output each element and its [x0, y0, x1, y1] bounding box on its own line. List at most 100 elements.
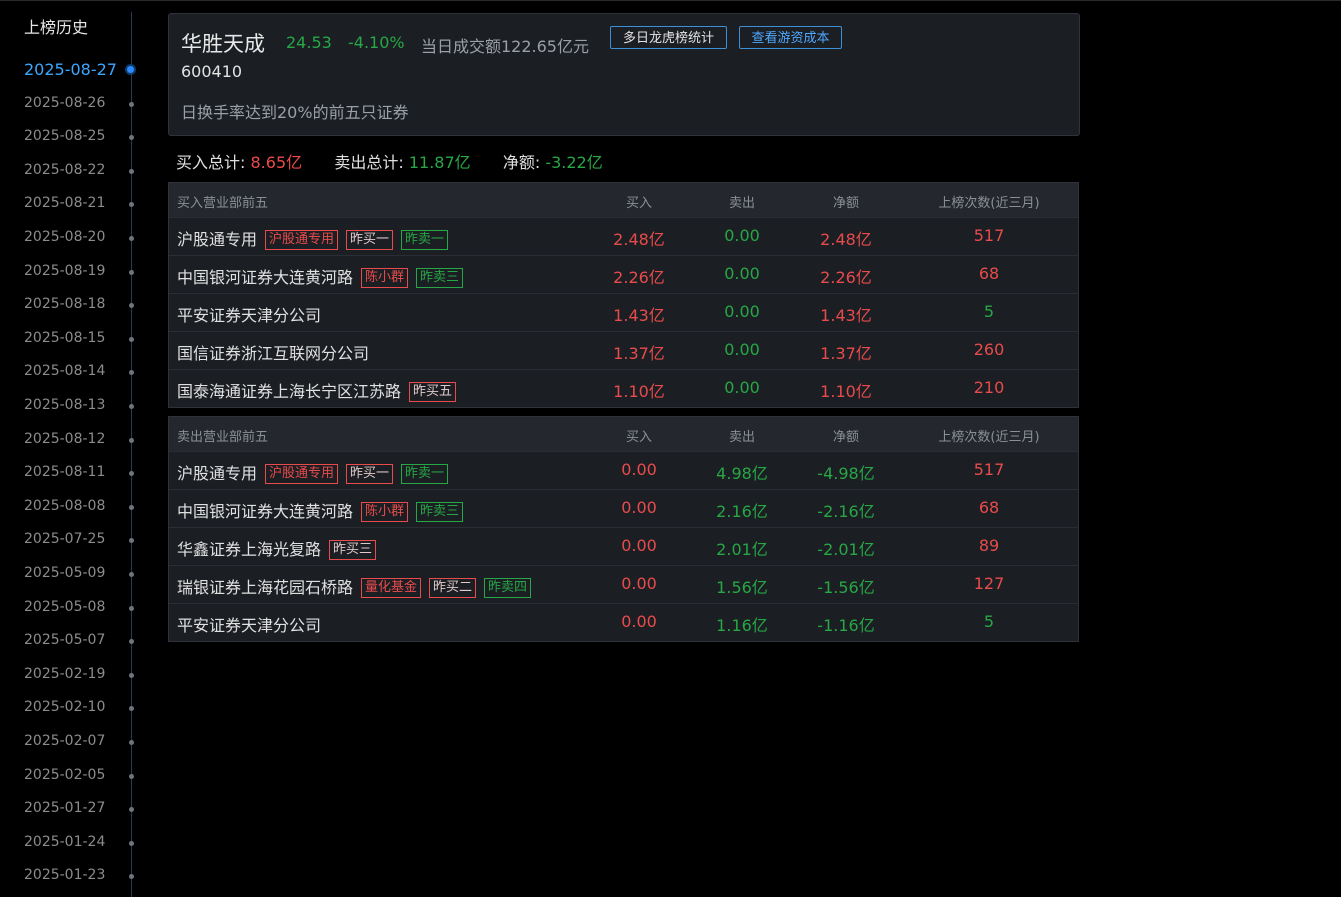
table-row[interactable]: 国信证券浙江互联网分公司 1.37亿 0.00 1.37亿 260 — [169, 331, 1078, 369]
stock-name: 华胜天成 — [181, 32, 265, 56]
timeline-dot-icon — [129, 101, 134, 107]
listing-count: 210 — [973, 378, 1005, 397]
history-sidebar: 上榜历史 2025-08-27 2025-08-26 2025-08-25 2025-… — [0, 0, 140, 897]
broker-name-cell: 沪股通专用 沪股通专用 昨买一 昨卖一 — [177, 460, 449, 484]
date-item[interactable]: 2025-08-22 — [0, 156, 140, 186]
table-row[interactable]: 中国银河证券大连黄河路 陈小群 昨卖三 2.26亿 0.00 2.26亿 68 — [169, 255, 1078, 293]
date-item[interactable]: 2025-02-10 — [0, 693, 140, 723]
timeline-dot-icon — [129, 572, 134, 577]
net-amount: -4.98亿 — [817, 464, 875, 483]
broker-tag: 沪股通专用 — [265, 230, 339, 250]
sell-amount: 0.00 — [724, 378, 760, 397]
broker-name[interactable]: 沪股通专用 — [177, 230, 257, 249]
date-item[interactable]: 2025-02-19 — [0, 660, 140, 690]
broker-tag: 量化基金 — [361, 578, 422, 598]
top-divider — [0, 0, 1341, 1]
net-amount: 2.26亿 — [820, 268, 872, 287]
date-item[interactable]: 2025-02-05 — [0, 761, 140, 791]
stock-info-card: 华胜天成 24.53 -4.10% 当日成交额122.65亿元 多日龙虎榜统计 … — [168, 13, 1080, 136]
table-row[interactable]: 平安证券天津分公司 0.00 1.16亿 -1.16亿 5 — [169, 603, 1078, 641]
sell-amount: 1.16亿 — [716, 616, 768, 635]
broker-name[interactable]: 国泰海通证券上海长宁区江苏路 — [177, 382, 401, 401]
date-item[interactable]: 2025-08-18 — [0, 290, 140, 320]
date-item[interactable]: 2025-08-14 — [0, 357, 140, 387]
listing-count: 517 — [973, 460, 1005, 479]
price-change-pct: -4.10% — [348, 33, 405, 52]
broker-name[interactable]: 平安证券天津分公司 — [177, 306, 321, 325]
date-label: 2025-02-05 — [24, 766, 106, 783]
broker-name[interactable]: 平安证券天津分公司 — [177, 616, 321, 635]
broker-name[interactable]: 华鑫证券上海光复路 — [177, 540, 321, 559]
timeline-dot-icon — [129, 504, 134, 510]
table-row[interactable]: 平安证券天津分公司 1.43亿 0.00 1.43亿 5 — [169, 293, 1078, 331]
broker-tag: 昨卖四 — [484, 578, 532, 598]
stock-code: 600410 — [181, 62, 243, 81]
broker-name[interactable]: 瑞银证券上海花园石桥路 — [177, 578, 353, 597]
col-header-buy: 买入 — [625, 196, 652, 211]
date-item[interactable]: 2025-07-25 — [0, 525, 140, 555]
table-row[interactable]: 华鑫证券上海光复路 昨买三 0.00 2.01亿 -2.01亿 89 — [169, 527, 1078, 565]
timeline-dot-icon — [129, 740, 134, 745]
date-item[interactable]: 2025-08-11 — [0, 458, 140, 488]
timeline-dot-icon — [129, 168, 134, 174]
sell-total-label: 卖出总计: — [334, 153, 404, 172]
date-item[interactable]: 2025-08-21 — [0, 189, 140, 219]
table-row[interactable]: 沪股通专用 沪股通专用 昨买一 昨卖一 2.48亿 0.00 2.48亿 517 — [169, 217, 1078, 255]
date-item[interactable]: 2025-08-27 — [0, 55, 140, 85]
timeline-dot-icon — [129, 471, 134, 477]
date-item[interactable]: 2025-08-08 — [0, 492, 140, 522]
date-item[interactable]: 2025-01-23 — [0, 861, 140, 891]
table-row[interactable]: 瑞银证券上海花园石桥路 量化基金 昨买二 昨卖四 0.00 1.56亿 -1.56亿 127 — [169, 565, 1078, 603]
date-item[interactable]: 2025-02-07 — [0, 727, 140, 757]
date-item[interactable]: 2025-05-07 — [0, 626, 140, 656]
date-label: 2025-05-08 — [24, 598, 106, 615]
date-item[interactable]: 2025-08-13 — [0, 391, 140, 421]
date-item[interactable]: 2025-08-26 — [0, 89, 140, 119]
broker-name-cell: 国信证券浙江互联网分公司 — [177, 340, 369, 364]
date-item[interactable]: 2025-08-20 — [0, 223, 140, 253]
date-item[interactable]: 2025-08-25 — [0, 122, 140, 152]
sell-amount: 2.16亿 — [716, 502, 768, 521]
date-item[interactable]: 2025-01-24 — [0, 828, 140, 858]
date-item[interactable]: 2025-05-09 — [0, 559, 140, 589]
table-row[interactable]: 中国银河证券大连黄河路 陈小群 昨卖三 0.00 2.16亿 -2.16亿 68 — [169, 489, 1078, 527]
buy-amount: 1.10亿 — [613, 382, 665, 401]
sell-amount: 0.00 — [724, 302, 760, 321]
timeline-dot-icon — [129, 538, 134, 544]
buy-brokers-table: 买入营业部前五 买入 卖出 净额 上榜次数(近三月) 沪股通专用 沪股通专用 昨买一… — [168, 182, 1079, 408]
date-item[interactable]: 2025-08-12 — [0, 425, 140, 455]
net-amount: -2.01亿 — [817, 540, 875, 559]
listing-count: 517 — [973, 226, 1005, 245]
broker-name[interactable]: 国信证券浙江互联网分公司 — [177, 344, 369, 363]
timeline-dot-icon — [129, 370, 134, 376]
timeline-dot-icon — [129, 303, 134, 309]
date-item[interactable]: 2025-01-27 — [0, 794, 140, 824]
broker-name[interactable]: 中国银河证券大连黄河路 — [177, 502, 353, 521]
col-header-sell: 卖出 — [728, 430, 755, 445]
table-row[interactable]: 国泰海通证券上海长宁区江苏路 昨买五 1.10亿 0.00 1.10亿 210 — [169, 369, 1078, 407]
buy-amount: 2.48亿 — [613, 230, 665, 249]
timeline-dot-icon — [129, 672, 134, 678]
broker-name[interactable]: 中国银河证券大连黄河路 — [177, 268, 353, 287]
date-item[interactable]: 2025-08-15 — [0, 324, 140, 354]
buy-amount: 0.00 — [621, 612, 657, 631]
timeline-dot-icon — [129, 706, 134, 712]
date-item[interactable]: 2025-08-19 — [0, 257, 140, 287]
broker-name-cell: 中国银河证券大连黄河路 陈小群 昨卖三 — [177, 264, 464, 288]
timeline-dot-icon — [129, 840, 134, 846]
date-label: 2025-08-21 — [24, 195, 106, 212]
multi-day-stats-button[interactable]: 多日龙虎榜统计 — [610, 26, 727, 49]
net-amount: 2.48亿 — [820, 230, 872, 249]
date-label: 2025-07-25 — [24, 531, 106, 548]
table-header: 买入营业部前五 买入 卖出 净额 上榜次数(近三月) — [169, 183, 1078, 217]
listing-count: 89 — [978, 536, 1000, 555]
timeline-dot-icon — [129, 807, 134, 813]
broker-name[interactable]: 沪股通专用 — [177, 464, 257, 483]
timeline-dot-icon — [129, 874, 134, 880]
listing-count: 5 — [983, 302, 995, 321]
view-cost-button[interactable]: 查看游资成本 — [739, 26, 842, 49]
col-header-name: 买入营业部前五 — [177, 196, 269, 211]
table-row[interactable]: 沪股通专用 沪股通专用 昨买一 昨卖一 0.00 4.98亿 -4.98亿 517 — [169, 451, 1078, 489]
date-item[interactable]: 2025-05-08 — [0, 593, 140, 623]
broker-tag: 陈小群 — [361, 502, 409, 522]
